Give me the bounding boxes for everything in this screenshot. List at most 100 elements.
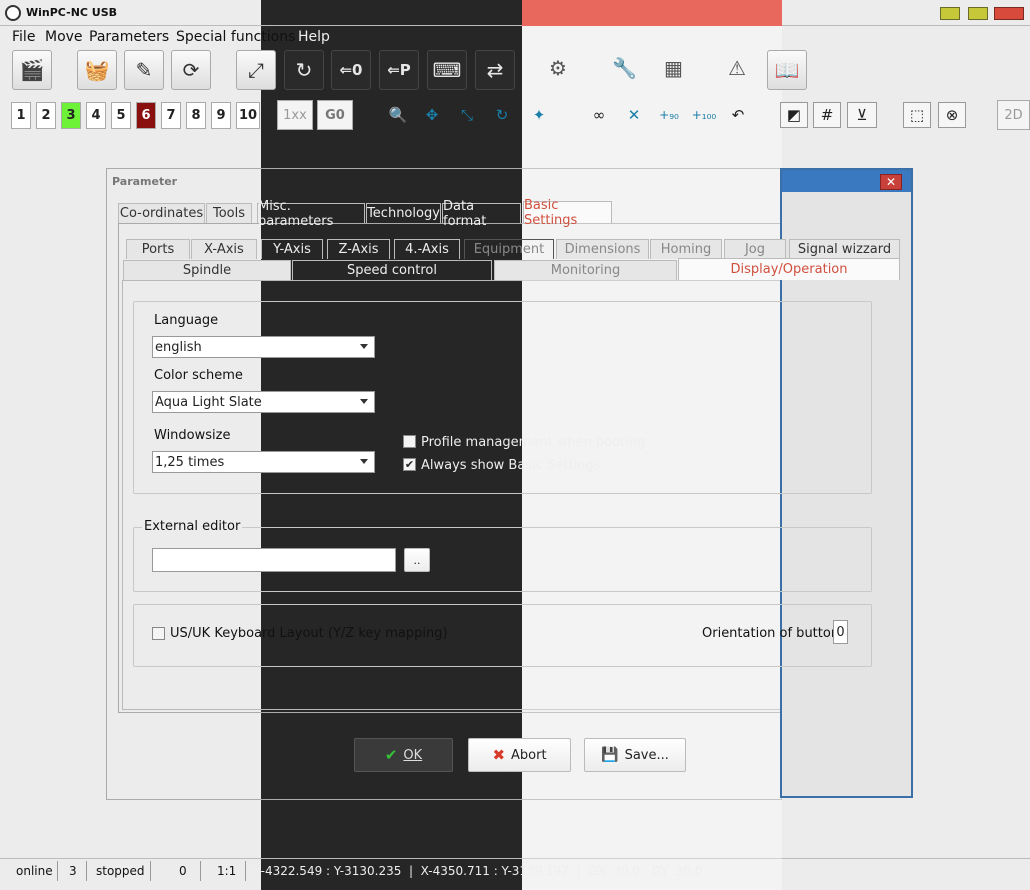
external-editor-label: External editor [142,519,243,534]
tab-technology[interactable]: Technology [366,203,441,223]
num-button-7[interactable]: 7 [161,102,181,129]
tab-jog[interactable]: Jog [724,239,786,259]
tab-speed-control[interactable]: Speed control [292,260,492,280]
color-scheme-value: Aqua Light Slate [155,394,262,410]
num-button-1[interactable]: 1 [11,102,31,129]
orientation-label: Orientation of buttons [702,626,846,641]
wrench-icon[interactable]: 🔧 [612,56,637,80]
num-button-2[interactable]: 2 [36,102,56,129]
menu-file[interactable]: File [12,29,35,45]
num-button-10[interactable]: 10 [236,102,260,129]
title-bar [0,0,1030,26]
abort-button[interactable]: ✖ Abort [468,738,571,772]
contrast-icon[interactable]: ◩ [780,102,808,128]
tab-dimensions[interactable]: Dimensions [556,239,649,259]
background-window-close-icon[interactable]: ✕ [880,174,902,190]
num-button-5[interactable]: 5 [111,102,131,129]
tab-coordinates[interactable]: Co-ordinates [118,203,205,223]
tab-y-axis[interactable]: Y-Axis [261,239,323,259]
tab-spindle[interactable]: Spindle [123,260,291,280]
menu-parameters[interactable]: Parameters [89,29,169,45]
close-button[interactable] [994,7,1024,20]
sliders-icon[interactable]: ⇄ [475,50,515,90]
always-basic-checkbox[interactable]: ✔ [403,458,416,471]
num-button-3[interactable]: 3 [61,102,81,129]
num-button-8[interactable]: 8 [186,102,206,129]
move-cross-icon[interactable]: ✥ [418,102,446,128]
tab-homing[interactable]: Homing [650,239,722,259]
floppy-icon: 💾 [601,747,619,763]
check-icon: ✔ [384,746,398,764]
tab-basic-settings[interactable]: Basic Settings [523,198,612,228]
orientation-input[interactable]: 0 [833,620,848,644]
plus-100-icon[interactable]: +₁₀₀ [690,102,718,128]
diagonal-move-icon[interactable]: ⤡ [453,102,481,128]
status-number: 3 [69,864,77,878]
pencil-icon[interactable]: ✎ [124,50,164,90]
language-label: Language [154,313,219,328]
tab-ports[interactable]: Ports [126,239,190,259]
camera-icon[interactable]: ⟳ [171,50,211,90]
tab-display-operation[interactable]: Display/Operation [678,258,900,280]
plus-90-icon[interactable]: +₉₀ [655,102,683,128]
step-1xx-button[interactable]: 1xx [277,100,313,130]
profile-management-checkbox[interactable] [403,435,416,448]
num-button-4[interactable]: 4 [86,102,106,129]
dialog-title: Parameter [112,175,178,188]
book-icon[interactable]: 📖 [767,50,807,90]
warning-icon[interactable]: ⚠ [728,56,746,80]
tab-misc-parameters[interactable]: Misc. parameters [257,199,365,229]
tab-signal-wizzard[interactable]: Signal wizzard [789,239,900,259]
glasses-icon[interactable]: ∞ [585,102,613,128]
num-button-6[interactable]: 6 [136,102,156,129]
keyboard-layout-checkbox[interactable] [152,627,165,640]
window-title: WinPC-NC USB [26,6,118,19]
atom-icon[interactable]: ⊗ [938,102,966,128]
external-editor-input[interactable] [152,548,396,572]
g0-button[interactable]: G0 [317,100,353,130]
tab-data-format[interactable]: Data format [442,199,521,229]
language-select[interactable]: english [152,336,375,358]
windowsize-select[interactable]: 1,25 times [152,451,375,473]
grid-icon[interactable]: # [813,102,841,128]
center-cross-icon[interactable]: ✕ [620,102,648,128]
menu-move[interactable]: Move [45,29,83,45]
status-separator [57,861,58,881]
move-zero-icon[interactable]: ⇐0 [331,50,371,90]
minimize-button[interactable] [940,7,960,20]
tab-x-axis[interactable]: X-Axis [191,239,257,259]
cube-icon[interactable]: ⬚ [903,102,931,128]
rotate-icon[interactable]: ↻ [488,102,516,128]
tab-tools[interactable]: Tools [206,203,252,223]
view-2d-button[interactable]: 2D [997,100,1030,130]
basket-icon[interactable]: 🧺 [77,50,117,90]
color-scheme-select[interactable]: Aqua Light Slate [152,391,375,413]
tab-z-axis[interactable]: Z-Axis [327,239,390,259]
ok-button[interactable]: ✔ OK [354,738,453,772]
move-park-icon[interactable]: ⇐P [379,50,419,90]
profile-management-label: Profile management when booting [421,435,646,450]
browse-button[interactable]: .. [404,548,430,572]
magnifier-icon[interactable]: 🔍 [384,102,412,128]
num-button-9[interactable]: 9 [211,102,231,129]
status-coordinates: X-4322.549 : Y-3130.235 | X-4350.711 : Y… [253,864,703,878]
color-scheme-label: Color scheme [154,368,243,383]
calculator-icon[interactable]: ▦ [664,56,683,80]
tab-monitoring[interactable]: Monitoring [494,260,677,280]
chevron-down-icon [360,344,368,349]
always-basic-label: Always show Basic Settings [421,458,601,473]
save-button[interactable]: 💾 Save... [584,738,686,772]
undo-icon[interactable]: ↶ [724,102,752,128]
tab-4-axis[interactable]: 4.-Axis [394,239,460,259]
gamepad-icon[interactable]: ⌨ [427,50,467,90]
point-move-icon[interactable]: ✦ [525,102,553,128]
maximize-button[interactable] [968,7,988,20]
menu-special-functions[interactable]: Special functions [176,29,295,45]
clapper-icon[interactable]: 🎬 [12,50,52,90]
cycle-icon[interactable]: ↻ [284,50,324,90]
probe-icon[interactable]: ⤢ [236,50,276,90]
angle-icon[interactable]: ⊻ [847,102,877,128]
gears-icon[interactable]: ⚙ [549,56,567,80]
tab-equipment[interactable]: Equipment [464,239,554,259]
menu-help[interactable]: Help [298,29,330,45]
